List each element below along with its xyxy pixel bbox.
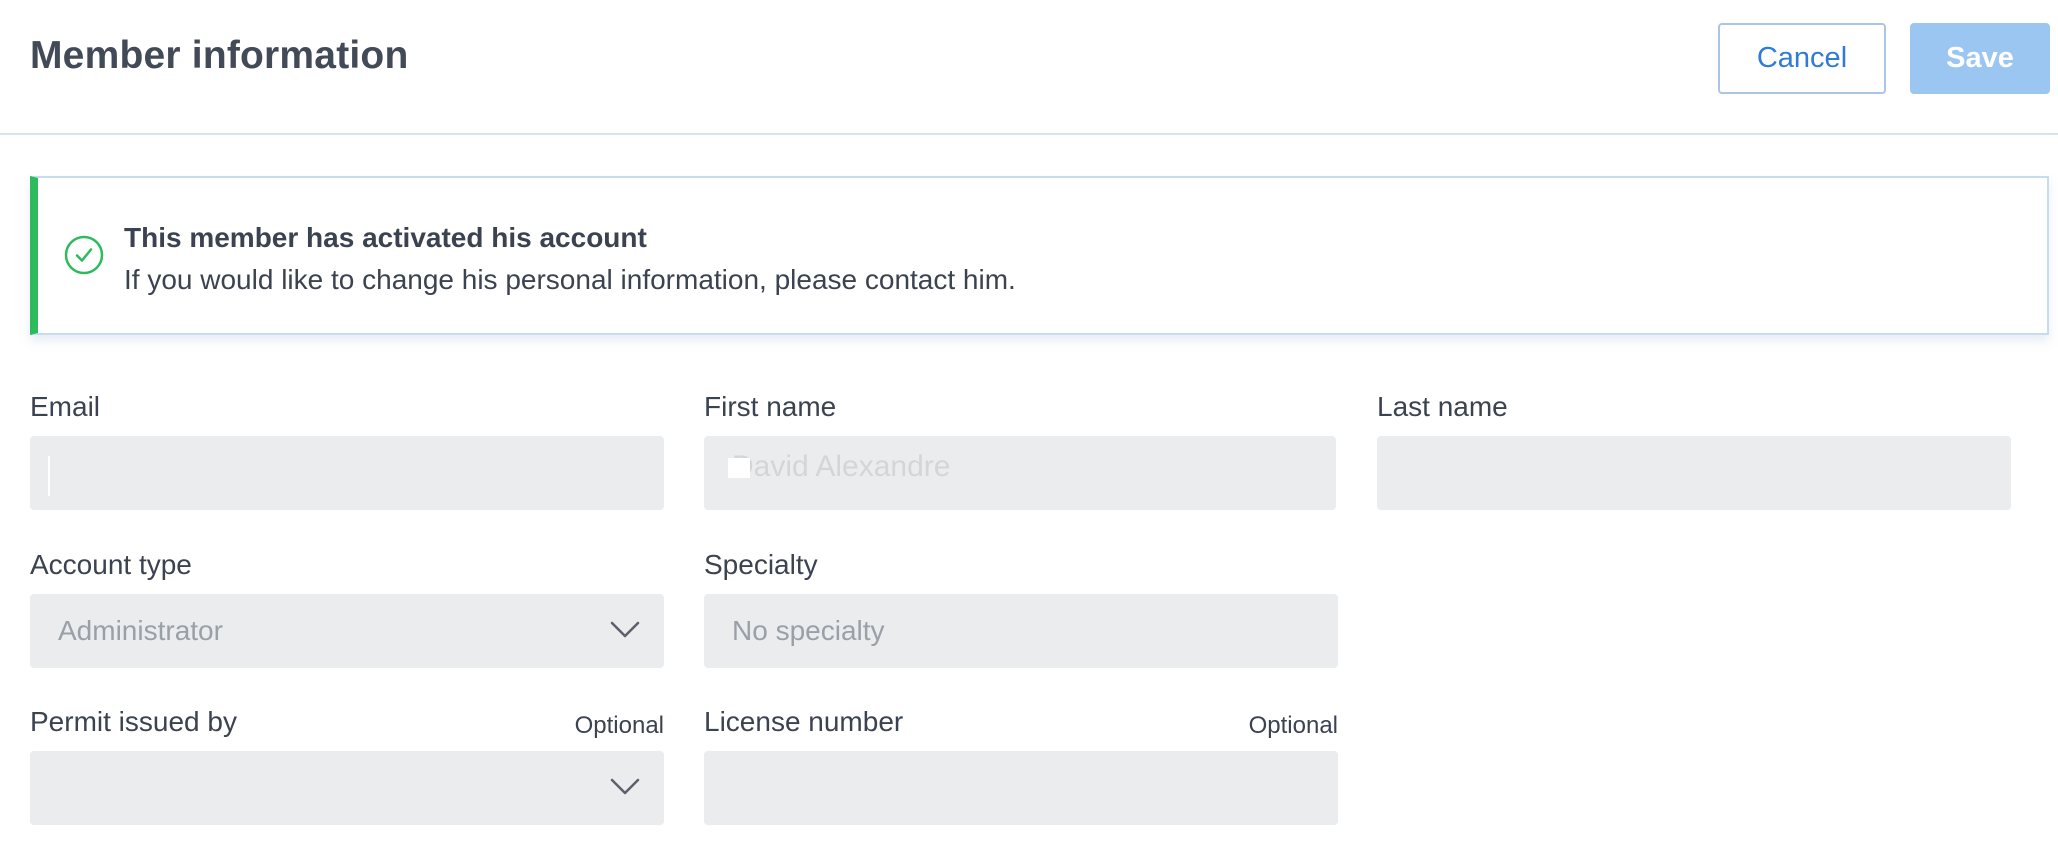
email-field[interactable] xyxy=(30,436,664,510)
save-button[interactable]: Save xyxy=(1910,23,2050,94)
text-caret xyxy=(48,456,50,496)
specialty-label: Specialty xyxy=(704,549,818,580)
chevron-down-icon xyxy=(610,778,640,795)
permit-issued-by-select[interactable] xyxy=(30,751,664,825)
specialty-field[interactable]: No specialty xyxy=(704,594,1338,668)
permit-issued-by-label: Permit issued by xyxy=(30,706,237,737)
account-type-label: Account type xyxy=(30,549,192,580)
specialty-value: No specialty xyxy=(732,615,885,646)
page-title: Member information xyxy=(30,34,409,77)
last-name-label: Last name xyxy=(1377,391,1508,422)
email-label: Email xyxy=(30,391,101,422)
cancel-button[interactable]: Cancel xyxy=(1718,23,1886,94)
first-name-value: David Alexandre xyxy=(732,450,951,483)
account-activated-banner: This member has activated his account If… xyxy=(30,176,2049,335)
license-optional-hint: Optional xyxy=(1248,712,1338,739)
banner-title: This member has activated his account xyxy=(124,222,647,253)
first-name-field[interactable]: David Alexandre xyxy=(704,436,1336,510)
check-circle-icon xyxy=(64,235,104,275)
account-type-select[interactable]: Administrator xyxy=(30,594,664,668)
banner-text: If you would like to change his personal… xyxy=(124,264,1016,295)
redaction-mark xyxy=(728,458,750,478)
account-type-value: Administrator xyxy=(58,615,223,646)
permit-optional-hint: Optional xyxy=(574,712,664,739)
license-number-field[interactable] xyxy=(704,751,1338,825)
page-header: Member information Cancel Save xyxy=(0,0,2058,135)
first-name-label: First name xyxy=(704,391,837,422)
last-name-field[interactable] xyxy=(1377,436,2011,510)
chevron-down-icon xyxy=(610,621,640,638)
license-number-label: License number xyxy=(704,706,904,737)
